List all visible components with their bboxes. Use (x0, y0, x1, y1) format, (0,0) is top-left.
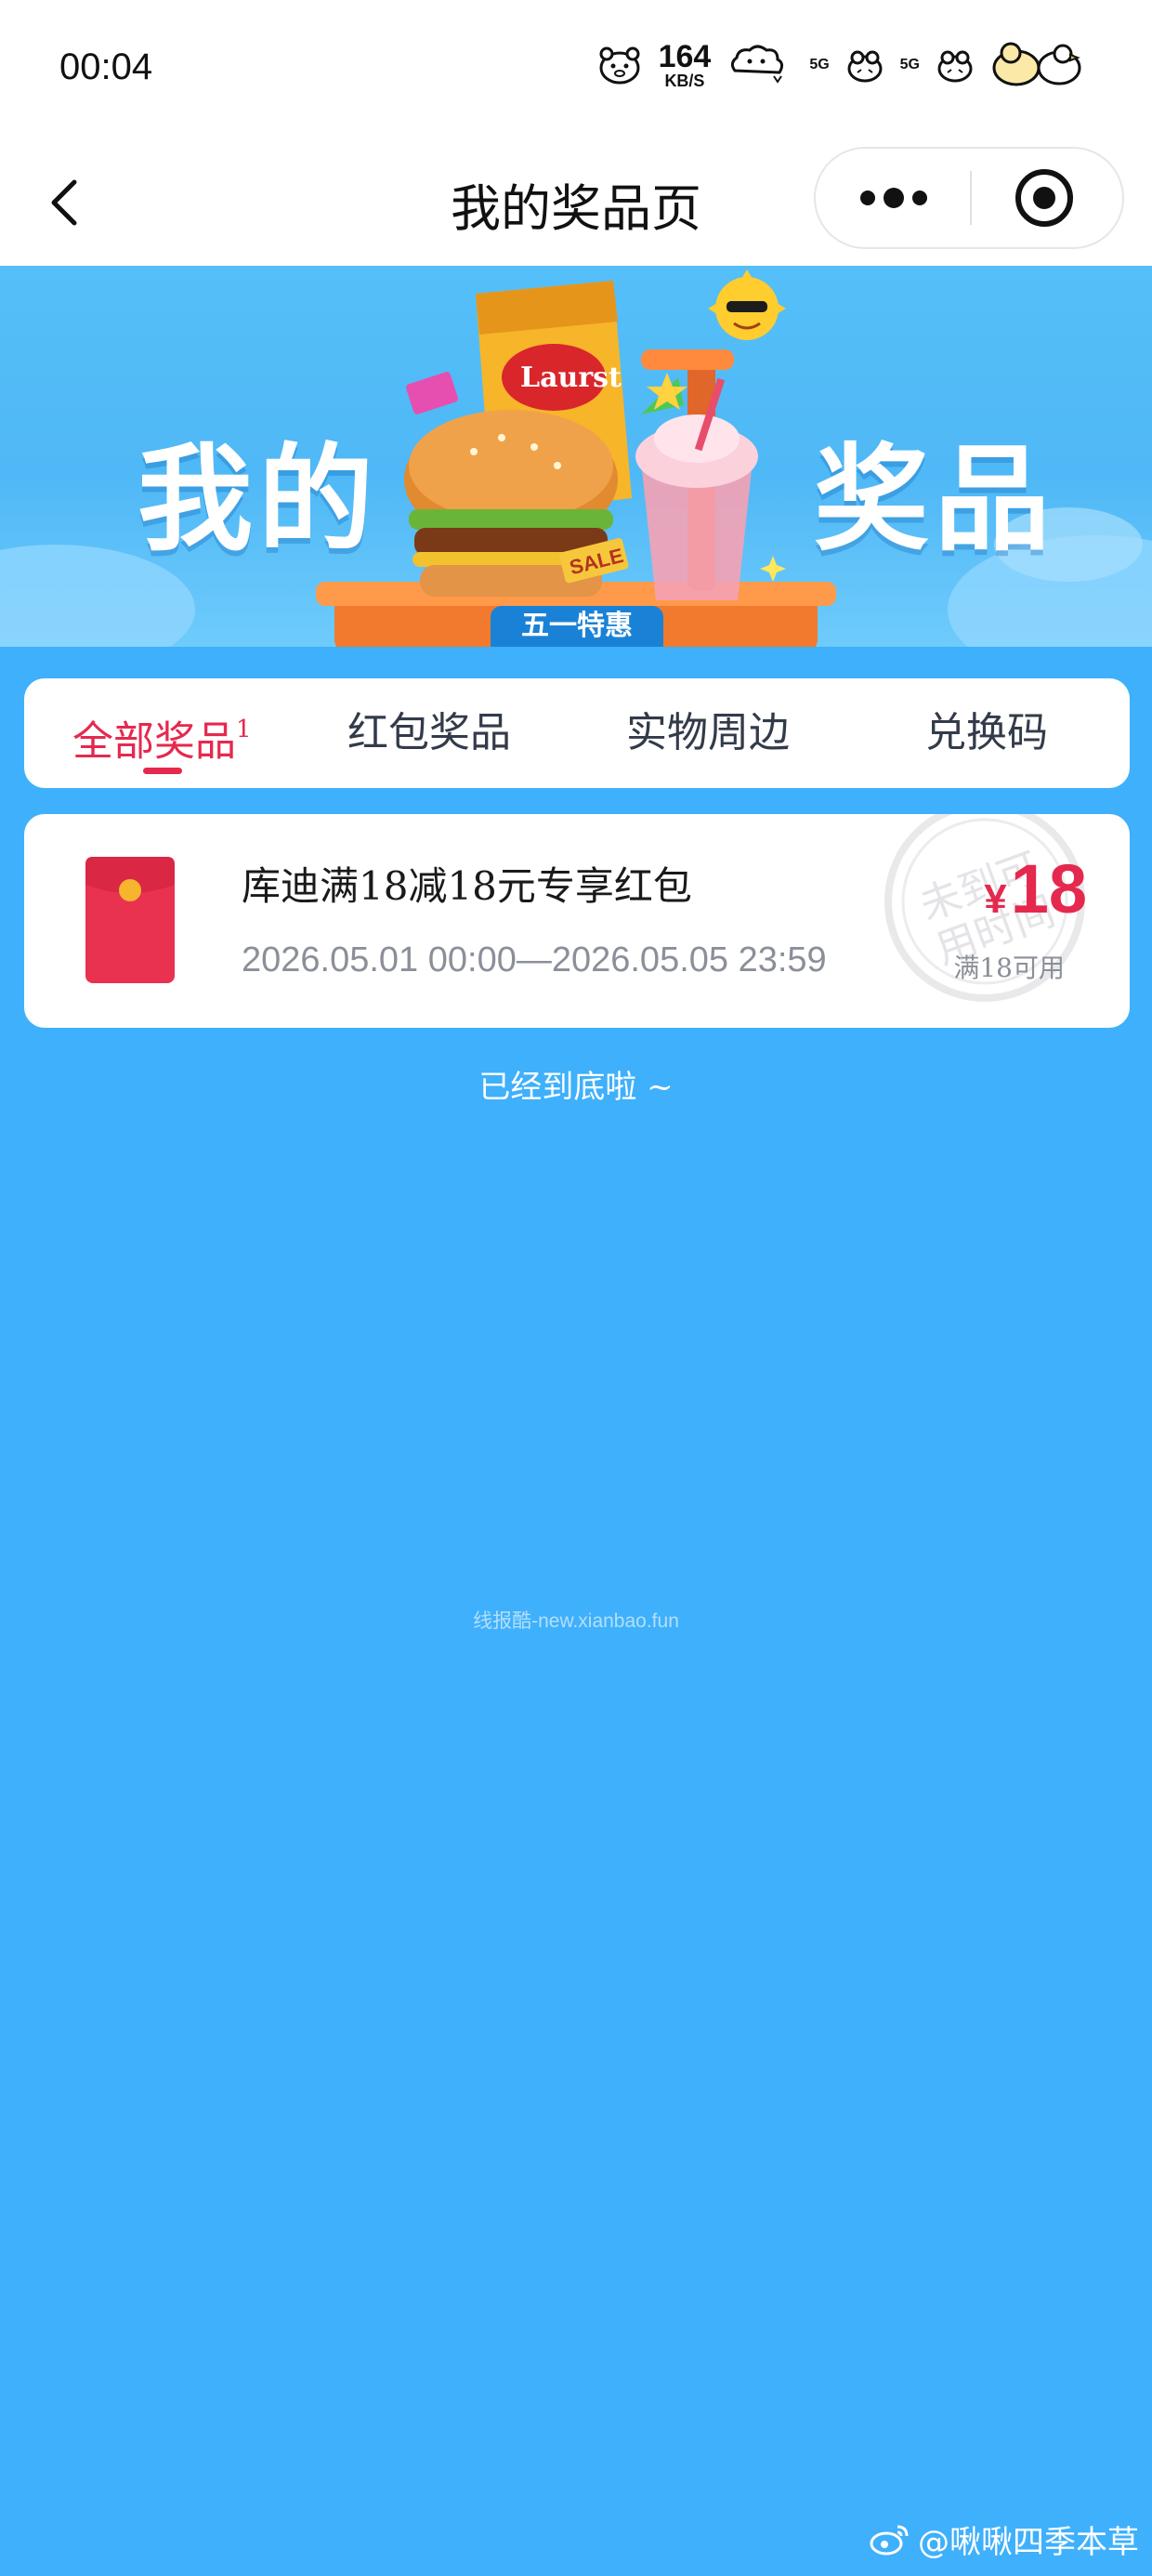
tab-all-prizes-label: 全部奖品 (72, 717, 236, 766)
nav-bar: 我的奖品页 (0, 139, 1152, 266)
pet-face-icon (599, 46, 640, 85)
holiday-badge: 五一特惠 (491, 606, 663, 647)
weibo-logo-icon (870, 2525, 909, 2555)
tab-redeem-codes-label: 兑换码 (925, 709, 1048, 756)
more-dots-icon[interactable] (816, 149, 970, 247)
corner-watermark: @啾啾四季本草 (870, 2517, 1139, 2562)
chips-brand-text: Laurst (520, 361, 622, 394)
network-speed: 164 KB/S (659, 41, 712, 89)
banner-title-right: 奖品 (814, 433, 1056, 567)
sim1-label: 5G (809, 57, 830, 72)
promo-banner: Laurst SALE 我的 奖品 五一特惠 (0, 266, 1152, 647)
target-close-icon[interactable] (972, 149, 1124, 247)
active-tab-indicator (143, 768, 182, 774)
prize-amount: ¥18 (984, 855, 1087, 924)
mini-program-capsule (814, 147, 1124, 249)
banner-title-left: 我的 (137, 433, 380, 567)
wifi-cloud-icon (731, 45, 784, 84)
prize-validity: 2026.05.01 00:00—2026.05.05 23:59 (242, 940, 827, 979)
prize-card[interactable]: 库迪满18减18元专享红包 2026.05.01 00:00—2026.05.0… (24, 814, 1130, 1028)
red-envelope-icon (85, 857, 175, 983)
network-speed-value: 164 (658, 39, 712, 74)
signal-frog-icon (937, 50, 973, 83)
prize-amount-value: 18 (1010, 850, 1087, 927)
tab-physical-merch[interactable]: 实物周边 (626, 678, 790, 788)
status-time: 00:04 (59, 46, 153, 87)
tab-redeem-codes[interactable]: 兑换码 (925, 678, 1048, 788)
status-bar: 00:04 164 KB/S 5G 5G (0, 0, 1152, 139)
sim2-label: 5G (899, 57, 920, 72)
tab-red-packet-label: 红包奖品 (347, 709, 511, 756)
prize-tabs: 全部奖品1 红包奖品 实物周边 兑换码 (24, 678, 1130, 788)
prize-condition: 满18可用 (953, 953, 1065, 983)
prize-title: 库迪满18减18元专享红包 (242, 863, 692, 909)
status-icons: 164 KB/S 5G 5G (597, 39, 1087, 91)
list-end-text: 已经到底啦 ~ (478, 1069, 674, 1106)
tab-all-prizes-count: 1 (236, 716, 252, 743)
signal-frog-icon (847, 50, 883, 83)
prize-currency: ¥ (984, 876, 1007, 922)
tab-physical-merch-label: 实物周边 (626, 709, 790, 756)
center-watermark: 线报酷-new.xianbao.fun (473, 1610, 679, 1632)
battery-duck-icon (992, 42, 1081, 86)
corner-watermark-text: @啾啾四季本草 (918, 2524, 1139, 2561)
network-speed-unit: KB/S (664, 72, 705, 90)
tab-red-packet-prizes[interactable]: 红包奖品 (347, 678, 511, 788)
